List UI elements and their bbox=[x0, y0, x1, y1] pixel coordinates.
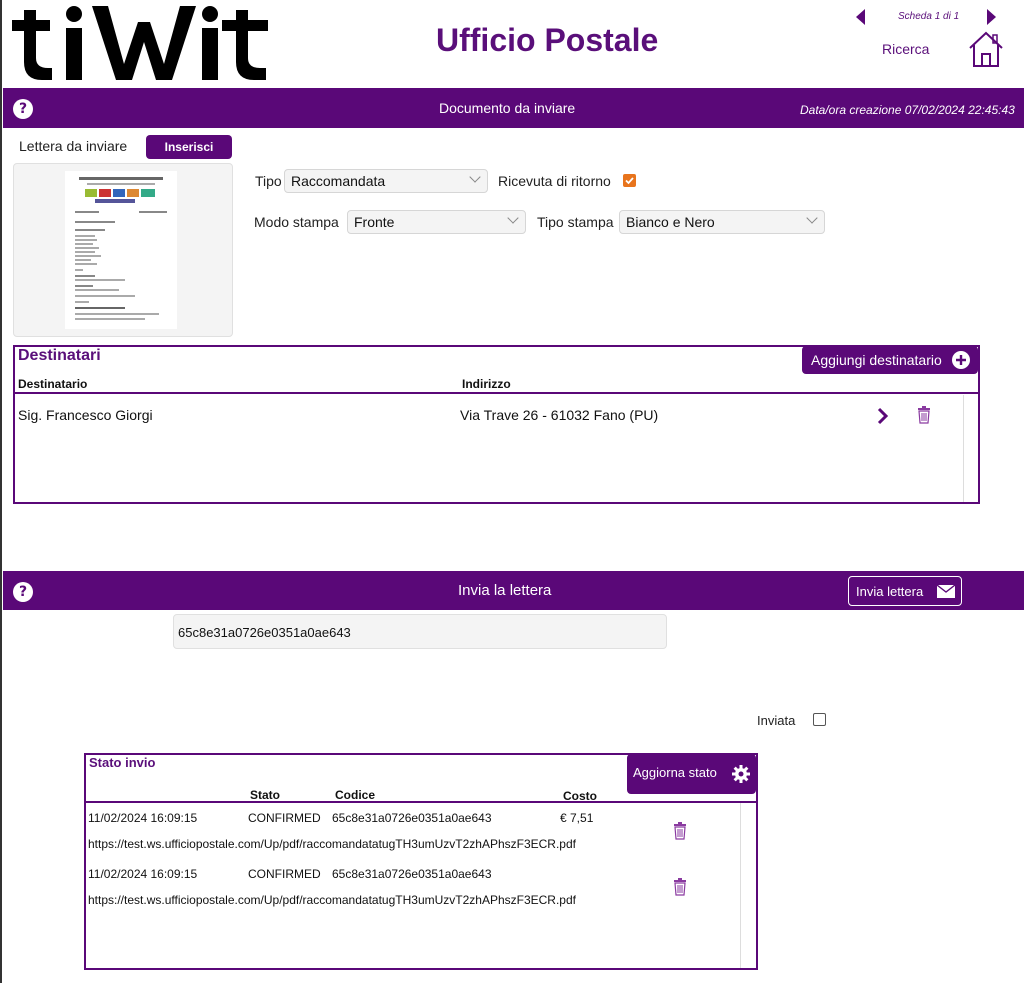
documento-bar: ? Documento da inviare Data/ora creazion… bbox=[3, 88, 1024, 128]
destinatario-address: Via Trave 26 - 61032 Fano (PU) bbox=[460, 407, 659, 423]
next-record-icon[interactable] bbox=[987, 9, 996, 25]
stato-date: 11/02/2024 16:09:15 bbox=[88, 867, 198, 881]
destinatari-scrollbar[interactable] bbox=[963, 395, 964, 502]
tipo-stampa-select[interactable]: Bianco e Nero bbox=[619, 210, 825, 234]
col-destinatario: Destinatario bbox=[18, 377, 88, 391]
invia-bar-title: Invia la lettera bbox=[458, 582, 552, 599]
stato-codice: 65c8e31a0726e0351a0ae643 bbox=[332, 867, 492, 881]
list-item[interactable]: 11/02/2024 16:09:15 CONFIRMED 65c8e31a07… bbox=[88, 811, 728, 853]
inviata-label: Inviata bbox=[757, 713, 796, 728]
app-logo: tiWit bbox=[8, 2, 274, 82]
help-icon[interactable]: ? bbox=[13, 99, 33, 119]
home-icon[interactable] bbox=[968, 30, 1004, 68]
col-indirizzo: Indirizzo bbox=[462, 377, 511, 391]
prev-record-icon[interactable] bbox=[856, 9, 865, 25]
trash-icon[interactable] bbox=[917, 406, 931, 424]
ricerca-link[interactable]: Ricerca bbox=[882, 41, 929, 57]
ricevuta-label: Ricevuta di ritorno bbox=[498, 173, 611, 189]
inviata-checkbox[interactable] bbox=[813, 713, 826, 726]
trash-icon[interactable] bbox=[673, 822, 687, 840]
col-stato: Stato bbox=[250, 788, 280, 802]
table-row[interactable]: Sig. Francesco Giorgi Via Trave 26 - 610… bbox=[18, 407, 958, 427]
destinatari-title: Destinatari bbox=[18, 347, 101, 364]
trash-icon[interactable] bbox=[673, 878, 687, 896]
destinatario-name: Sig. Francesco Giorgi bbox=[18, 407, 153, 423]
stato-scrollbar[interactable] bbox=[740, 803, 741, 968]
stato-codice: 65c8e31a0726e0351a0ae643 bbox=[332, 811, 492, 825]
modo-stampa-select[interactable]: Fronte bbox=[347, 210, 526, 234]
checkmark-icon bbox=[625, 177, 634, 185]
gear-icon bbox=[732, 765, 750, 783]
scheda-indicator: Scheda 1 di 1 bbox=[898, 11, 960, 22]
add-destinatario-button[interactable]: Aggiungi destinatario bbox=[802, 346, 978, 374]
col-codice: Codice bbox=[335, 788, 376, 802]
inserisci-button[interactable]: Inserisci bbox=[146, 135, 232, 159]
plus-circle-icon bbox=[952, 351, 970, 369]
chevron-down-icon bbox=[469, 171, 481, 183]
modo-stampa-value: Fronte bbox=[354, 214, 395, 230]
left-edge-strip bbox=[0, 0, 2, 983]
aggiorna-stato-label: Aggiorna stato bbox=[633, 765, 717, 780]
stato-value: CONFIRMED bbox=[248, 867, 321, 881]
stato-costo: € 7,51 bbox=[560, 811, 594, 825]
codice-field[interactable]: 65c8e31a0726e0351a0ae643 bbox=[173, 614, 667, 649]
destinatari-header-divider bbox=[13, 392, 980, 394]
help-icon[interactable]: ? bbox=[13, 582, 33, 602]
tipo-label: Tipo bbox=[255, 173, 282, 189]
invia-lettera-button[interactable]: Invia lettera bbox=[848, 576, 962, 606]
document-preview[interactable] bbox=[13, 163, 233, 337]
invia-bar: ? Invia la lettera Invia lettera bbox=[3, 571, 1024, 610]
tipo-stampa-value: Bianco e Nero bbox=[626, 214, 715, 230]
add-destinatario-label: Aggiungi destinatario bbox=[811, 352, 942, 368]
lettera-label: Lettera da inviare bbox=[19, 138, 128, 154]
chevron-down-icon bbox=[806, 212, 818, 224]
stato-value: CONFIRMED bbox=[248, 811, 321, 825]
aggiorna-stato-button[interactable]: Aggiorna stato bbox=[627, 754, 756, 794]
list-item[interactable]: 11/02/2024 16:09:15 CONFIRMED 65c8e31a07… bbox=[88, 867, 728, 909]
tipo-stampa-label: Tipo stampa bbox=[537, 214, 614, 230]
tiwit-logo-graphic bbox=[12, 6, 268, 80]
tipo-select-value: Raccomandata bbox=[291, 173, 386, 189]
chevron-down-icon bbox=[507, 212, 519, 224]
creation-date: Data/ora creazione 07/02/2024 22:45:43 bbox=[800, 103, 1015, 117]
envelope-icon bbox=[936, 584, 956, 598]
ricevuta-checkbox[interactable] bbox=[623, 174, 636, 187]
stato-url: https://test.ws.ufficiopostale.com/Up/pd… bbox=[88, 837, 576, 851]
page-title: Ufficio Postale bbox=[436, 22, 659, 58]
stato-date: 11/02/2024 16:09:15 bbox=[88, 811, 198, 825]
documento-bar-title: Documento da inviare bbox=[439, 100, 576, 116]
invia-lettera-label: Invia lettera bbox=[856, 584, 924, 599]
tipo-select[interactable]: Raccomandata bbox=[284, 169, 488, 193]
stato-invio-title: Stato invio bbox=[89, 755, 156, 770]
codice-field-value: 65c8e31a0726e0351a0ae643 bbox=[178, 625, 351, 640]
stato-url: https://test.ws.ufficiopostale.com/Up/pd… bbox=[88, 893, 576, 907]
modo-stampa-label: Modo stampa bbox=[254, 214, 339, 230]
stato-header-divider bbox=[84, 801, 758, 803]
document-thumbnail bbox=[65, 171, 177, 329]
chevron-right-icon[interactable] bbox=[877, 407, 889, 425]
